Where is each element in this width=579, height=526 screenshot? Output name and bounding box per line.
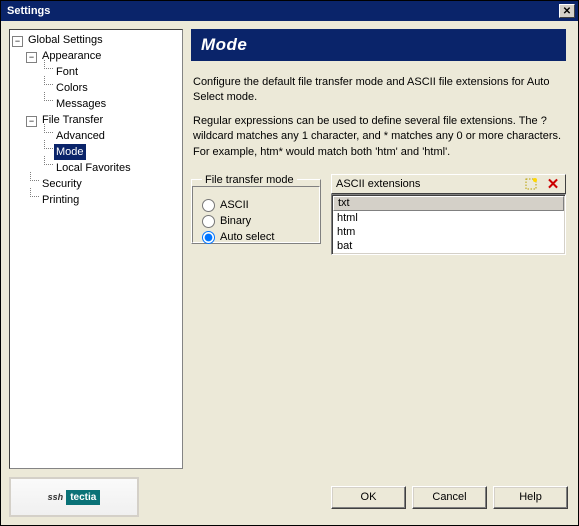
- tree-line-icon: [40, 64, 54, 75]
- settings-row: File transfer mode ASCII Binary Auto sel…: [191, 174, 566, 255]
- ok-button[interactable]: OK: [331, 486, 406, 509]
- radio-auto-select[interactable]: Auto select: [202, 231, 310, 244]
- radio-ascii[interactable]: ASCII: [202, 199, 310, 212]
- tree-line-icon: [40, 80, 54, 91]
- description-line: Regular expressions can be used to defin…: [193, 114, 564, 160]
- tree-line-icon: [26, 192, 40, 203]
- tree-line-icon: [40, 128, 54, 139]
- collapse-icon[interactable]: −: [26, 116, 37, 127]
- logo-product: tectia: [66, 490, 100, 505]
- tree-line-icon: [40, 96, 54, 107]
- list-item[interactable]: html: [333, 211, 564, 225]
- page-title: Mode: [191, 29, 566, 61]
- collapse-icon[interactable]: −: [26, 52, 37, 63]
- ascii-extensions-panel: ASCII extensions ✕ txt html htm bat: [331, 174, 566, 255]
- ascii-extensions-list[interactable]: txt html htm bat: [331, 194, 566, 255]
- logo-brand: ssh: [48, 492, 64, 502]
- settings-window: Settings ✕ −Global Settings −Appearance …: [0, 0, 579, 526]
- tree-mode[interactable]: Mode: [12, 144, 180, 160]
- legend: File transfer mode: [202, 174, 297, 186]
- collapse-icon[interactable]: −: [12, 36, 23, 47]
- radio-input[interactable]: [202, 215, 215, 228]
- logo: ssh tectia: [9, 477, 139, 517]
- tree-root[interactable]: −Global Settings: [12, 32, 180, 48]
- radio-input[interactable]: [202, 199, 215, 212]
- help-button[interactable]: Help: [493, 486, 568, 509]
- list-item[interactable]: bat: [333, 239, 564, 253]
- list-item[interactable]: htm: [333, 225, 564, 239]
- tree-font[interactable]: Font: [12, 64, 180, 80]
- radio-input[interactable]: [202, 231, 215, 244]
- cancel-button[interactable]: Cancel: [412, 486, 487, 509]
- ascii-extensions-label: ASCII extensions: [336, 178, 420, 190]
- tree-messages[interactable]: Messages: [12, 96, 180, 112]
- tree-file-transfer[interactable]: −File Transfer: [12, 112, 180, 128]
- tree-printing[interactable]: Printing: [12, 192, 180, 208]
- tree-line-icon: [40, 144, 54, 155]
- tree-advanced[interactable]: Advanced: [12, 128, 180, 144]
- window-title: Settings: [4, 5, 50, 17]
- main-panel: Mode Configure the default file transfer…: [191, 29, 570, 474]
- delete-extension-icon[interactable]: ✕: [545, 176, 561, 192]
- description: Configure the default file transfer mode…: [191, 61, 566, 166]
- ascii-toolbar: ✕: [523, 176, 561, 192]
- close-icon[interactable]: ✕: [559, 4, 575, 18]
- content-area: −Global Settings −Appearance Font Colors…: [1, 21, 578, 474]
- description-line: Configure the default file transfer mode…: [193, 75, 564, 106]
- new-extension-icon[interactable]: [523, 176, 539, 192]
- tree-appearance[interactable]: −Appearance: [12, 48, 180, 64]
- dialog-buttons: OK Cancel Help: [331, 486, 568, 509]
- settings-tree[interactable]: −Global Settings −Appearance Font Colors…: [9, 29, 183, 469]
- tree-line-icon: [26, 176, 40, 187]
- radio-binary[interactable]: Binary: [202, 215, 310, 228]
- ascii-extensions-header: ASCII extensions ✕: [331, 174, 566, 194]
- list-column-header[interactable]: txt: [333, 196, 564, 211]
- tree-colors[interactable]: Colors: [12, 80, 180, 96]
- tree-line-icon: [40, 160, 54, 171]
- file-transfer-mode-group: File transfer mode ASCII Binary Auto sel…: [191, 174, 321, 244]
- bottom-bar: ssh tectia OK Cancel Help: [1, 474, 578, 525]
- titlebar: Settings ✕: [1, 1, 578, 21]
